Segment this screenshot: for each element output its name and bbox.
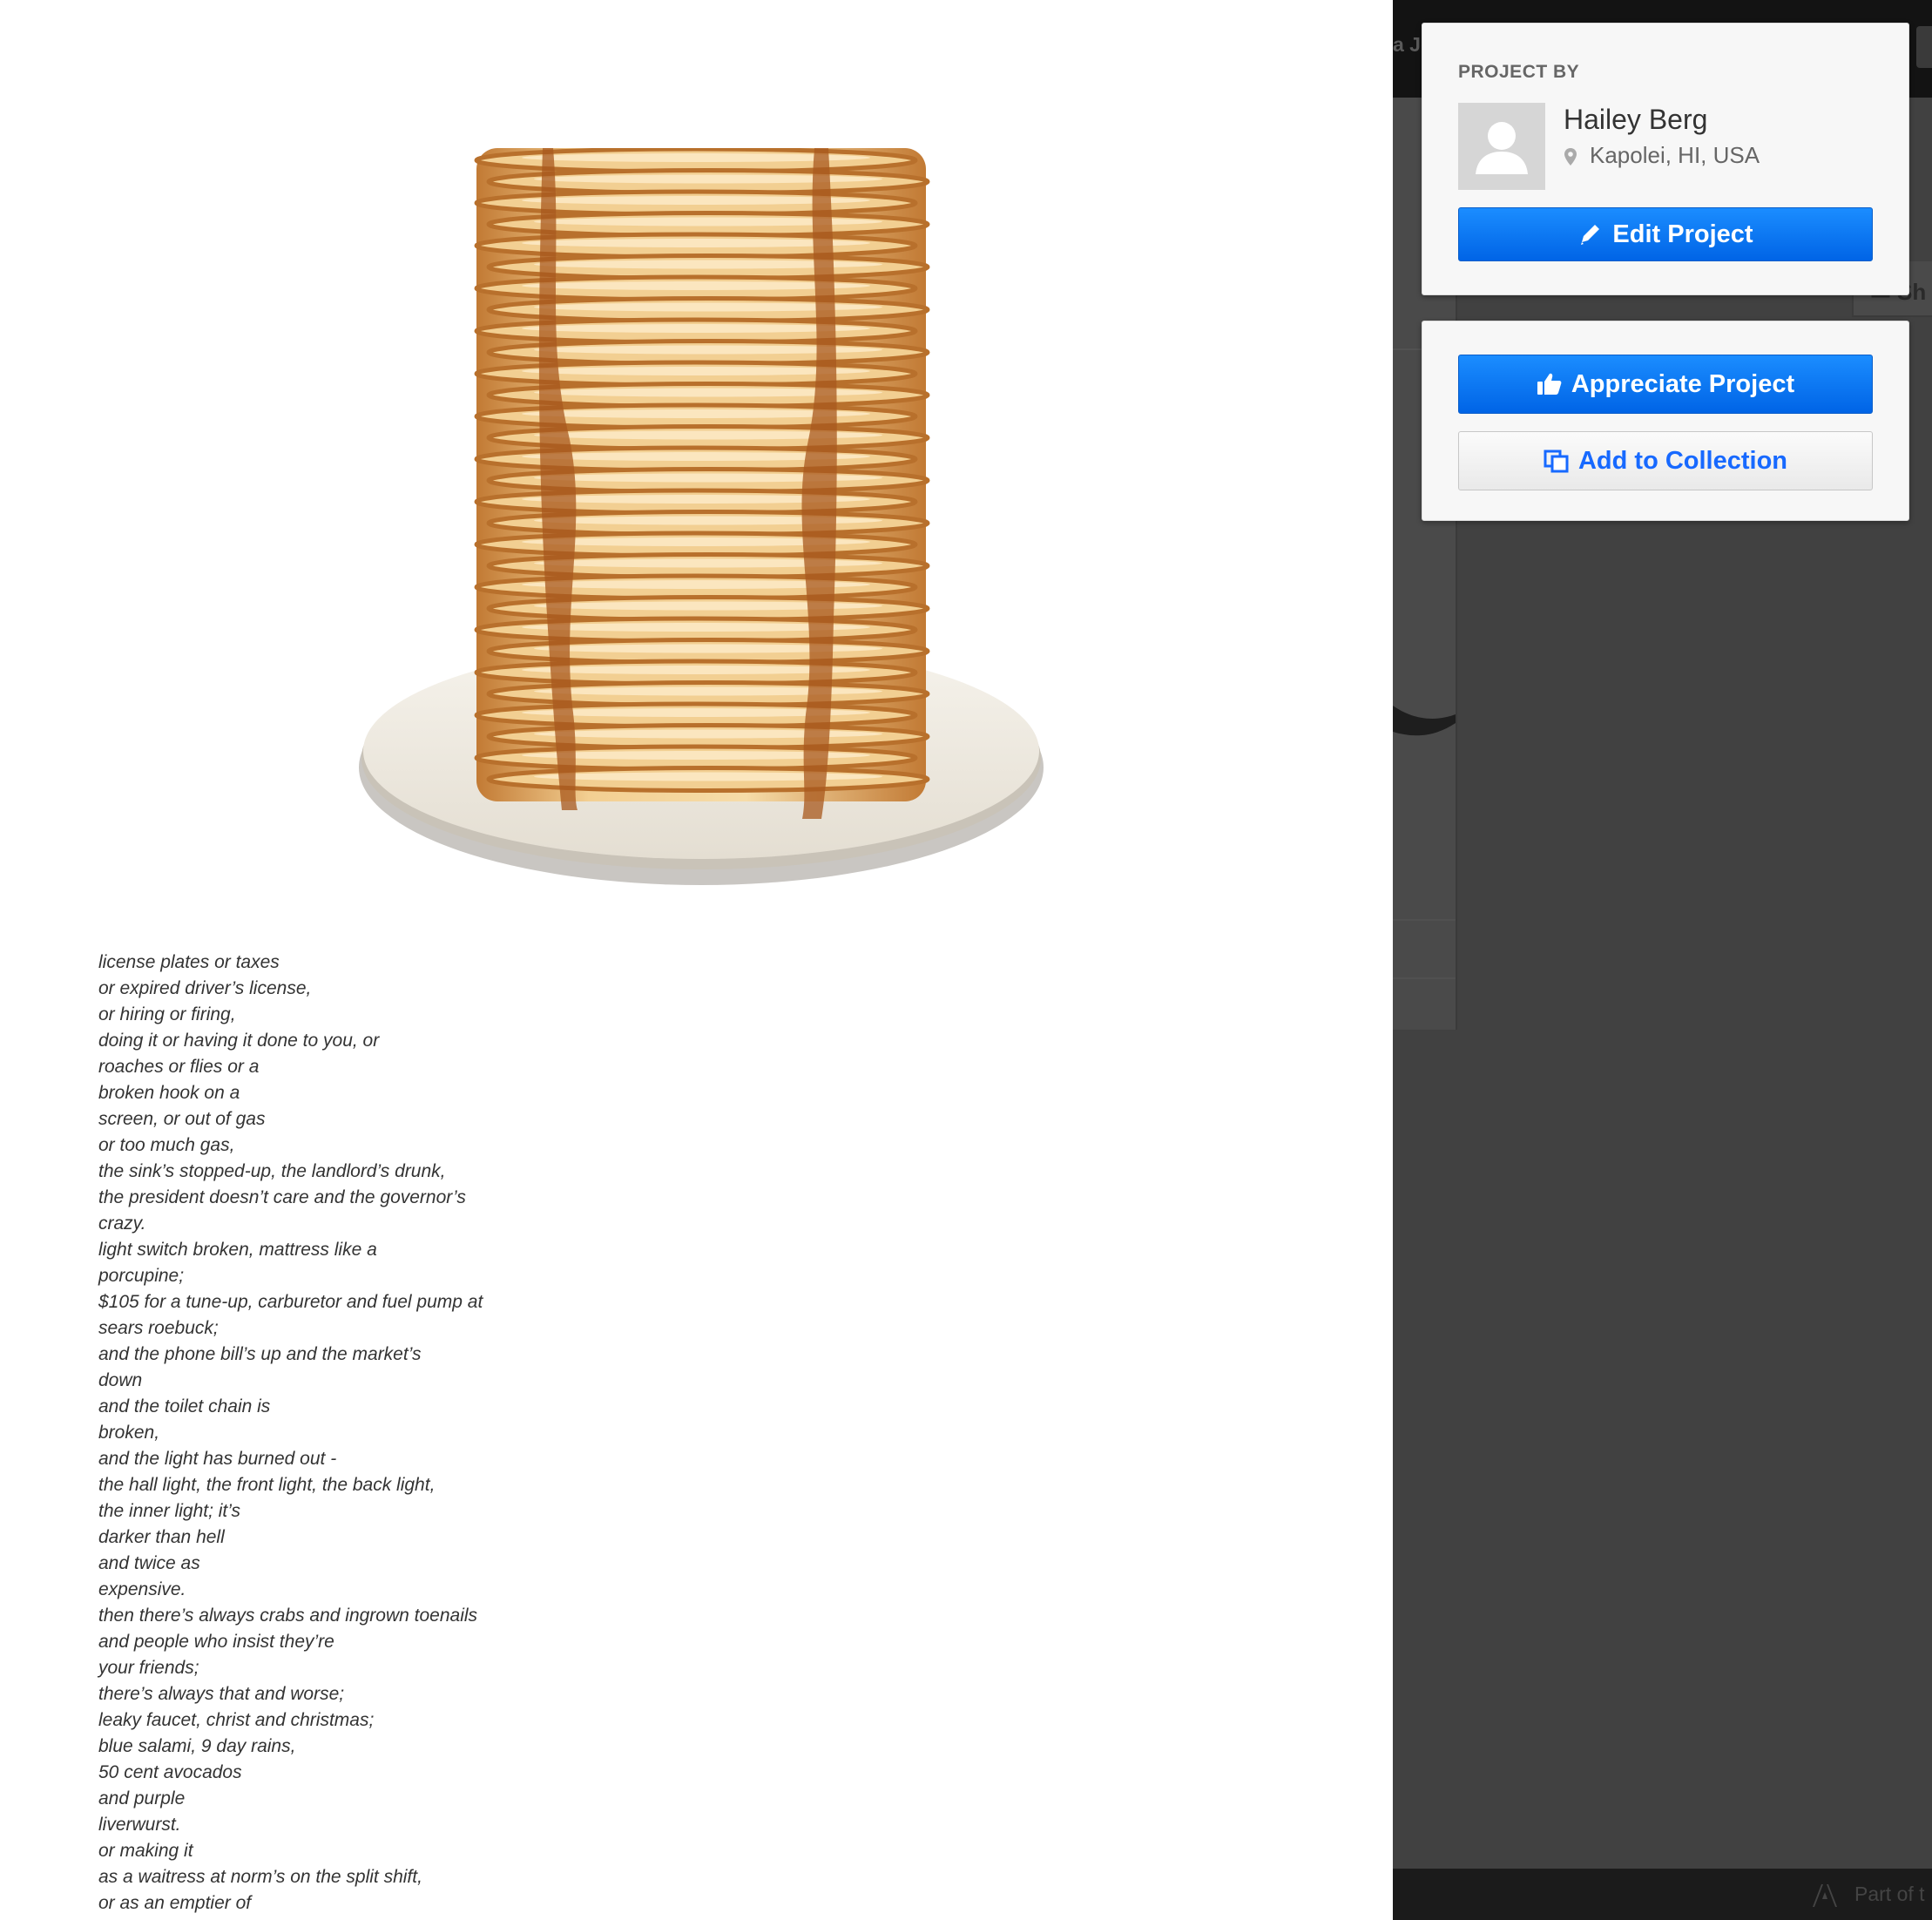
pancake-stack-image <box>359 148 1044 885</box>
poem-line: as a waitress at norm’s on the split shi… <box>98 1867 422 1887</box>
poem-line: or making it <box>98 1841 193 1861</box>
appreciate-project-label: Appreciate Project <box>1571 369 1795 398</box>
project-by-label: PROJECT BY <box>1458 62 1580 82</box>
project-actions-card: Appreciate Project Add to Collection <box>1422 321 1909 521</box>
poem-line: crazy. <box>98 1214 146 1234</box>
poem-line: the inner light; it’s <box>98 1501 241 1521</box>
poem-line: liverwurst. <box>98 1815 181 1835</box>
poem-line: screen, or out of gas <box>98 1109 266 1129</box>
poem-line: sears roebuck; <box>98 1318 219 1338</box>
pencil-icon <box>1581 225 1600 245</box>
poem-line: broken hook on a <box>98 1083 240 1103</box>
project-content: license plates or taxes or expired driver… <box>0 0 1393 1920</box>
map-pin-icon <box>1564 148 1577 166</box>
poem-line: and the light has burned out - <box>98 1449 337 1469</box>
poem-line: broken, <box>98 1423 160 1443</box>
project-owner-card: PROJECT BY Hailey Berg Kapolei, HI, USA … <box>1422 23 1909 295</box>
add-to-collection-label: Add to Collection <box>1577 446 1788 475</box>
poem-line: $105 for a tune-up, carburetor and fuel … <box>98 1292 483 1312</box>
poem-line: porcupine; <box>98 1266 185 1286</box>
poem-line: darker than hell <box>98 1527 225 1547</box>
poem-line: there’s always that and worse; <box>98 1684 345 1704</box>
poem-line: or as an emptier of <box>98 1893 252 1913</box>
poem-line: expensive. <box>98 1579 186 1599</box>
poem-line: and purple <box>98 1788 186 1808</box>
background-image-fragment <box>1393 706 1456 736</box>
poem-line: or hiring or firing, <box>98 1004 236 1024</box>
poem-line: leaky faucet, christ and christmas; <box>98 1710 375 1730</box>
poem-line: blue salami, 9 day rains, <box>98 1736 296 1756</box>
collection-icon <box>1544 450 1569 473</box>
poem-line: and the phone bill’s up and the market’s <box>98 1344 422 1364</box>
background-divider <box>1393 919 1456 921</box>
background-footer: Part of t <box>1393 1869 1932 1920</box>
poem-line: or expired driver’s license, <box>98 978 312 998</box>
poem-line: and the toilet chain is <box>98 1396 271 1416</box>
poem-line: the president doesn’t care and the gover… <box>98 1187 466 1207</box>
edit-project-label: Edit Project <box>1612 220 1753 248</box>
poem-line: 50 cent avocados <box>98 1762 242 1782</box>
thumbs-up-icon <box>1537 373 1562 395</box>
background-divider <box>1393 977 1456 979</box>
poem-text: license plates or taxes or expired driver… <box>98 950 882 1917</box>
background-corner-button <box>1916 26 1932 68</box>
edit-project-button[interactable]: Edit Project <box>1458 207 1873 261</box>
adobe-logo-icon <box>1813 1884 1837 1907</box>
appreciate-project-button[interactable]: Appreciate Project <box>1458 355 1873 414</box>
poem-line: license plates or taxes <box>98 952 280 972</box>
poem-line: the hall light, the front light, the bac… <box>98 1475 436 1495</box>
poem-line: then there’s always crabs and ingrown to… <box>98 1606 478 1626</box>
poem-line: roaches or flies or a <box>98 1057 260 1077</box>
poem-line: and twice as <box>98 1553 200 1573</box>
poem-line: your friends; <box>98 1658 199 1678</box>
poem-line: and people who insist they’re <box>98 1632 334 1652</box>
poem-line: the sink’s stopped-up, the landlord’s dr… <box>98 1161 446 1181</box>
poem-line: doing it or having it done to you, or <box>98 1031 380 1051</box>
poem-line: light switch broken, mattress like a <box>98 1240 377 1260</box>
poem-line: or too much gas, <box>98 1135 235 1155</box>
owner-location[interactable]: Kapolei, HI, USA <box>1590 142 1760 169</box>
owner-name[interactable]: Hailey Berg <box>1564 104 1707 136</box>
poem-line: down <box>98 1370 143 1390</box>
background-footer-text: Part of t <box>1854 1883 1925 1905</box>
add-to-collection-button[interactable]: Add to Collection <box>1458 431 1873 490</box>
user-silhouette-icon <box>1476 122 1528 174</box>
avatar[interactable] <box>1458 103 1545 190</box>
